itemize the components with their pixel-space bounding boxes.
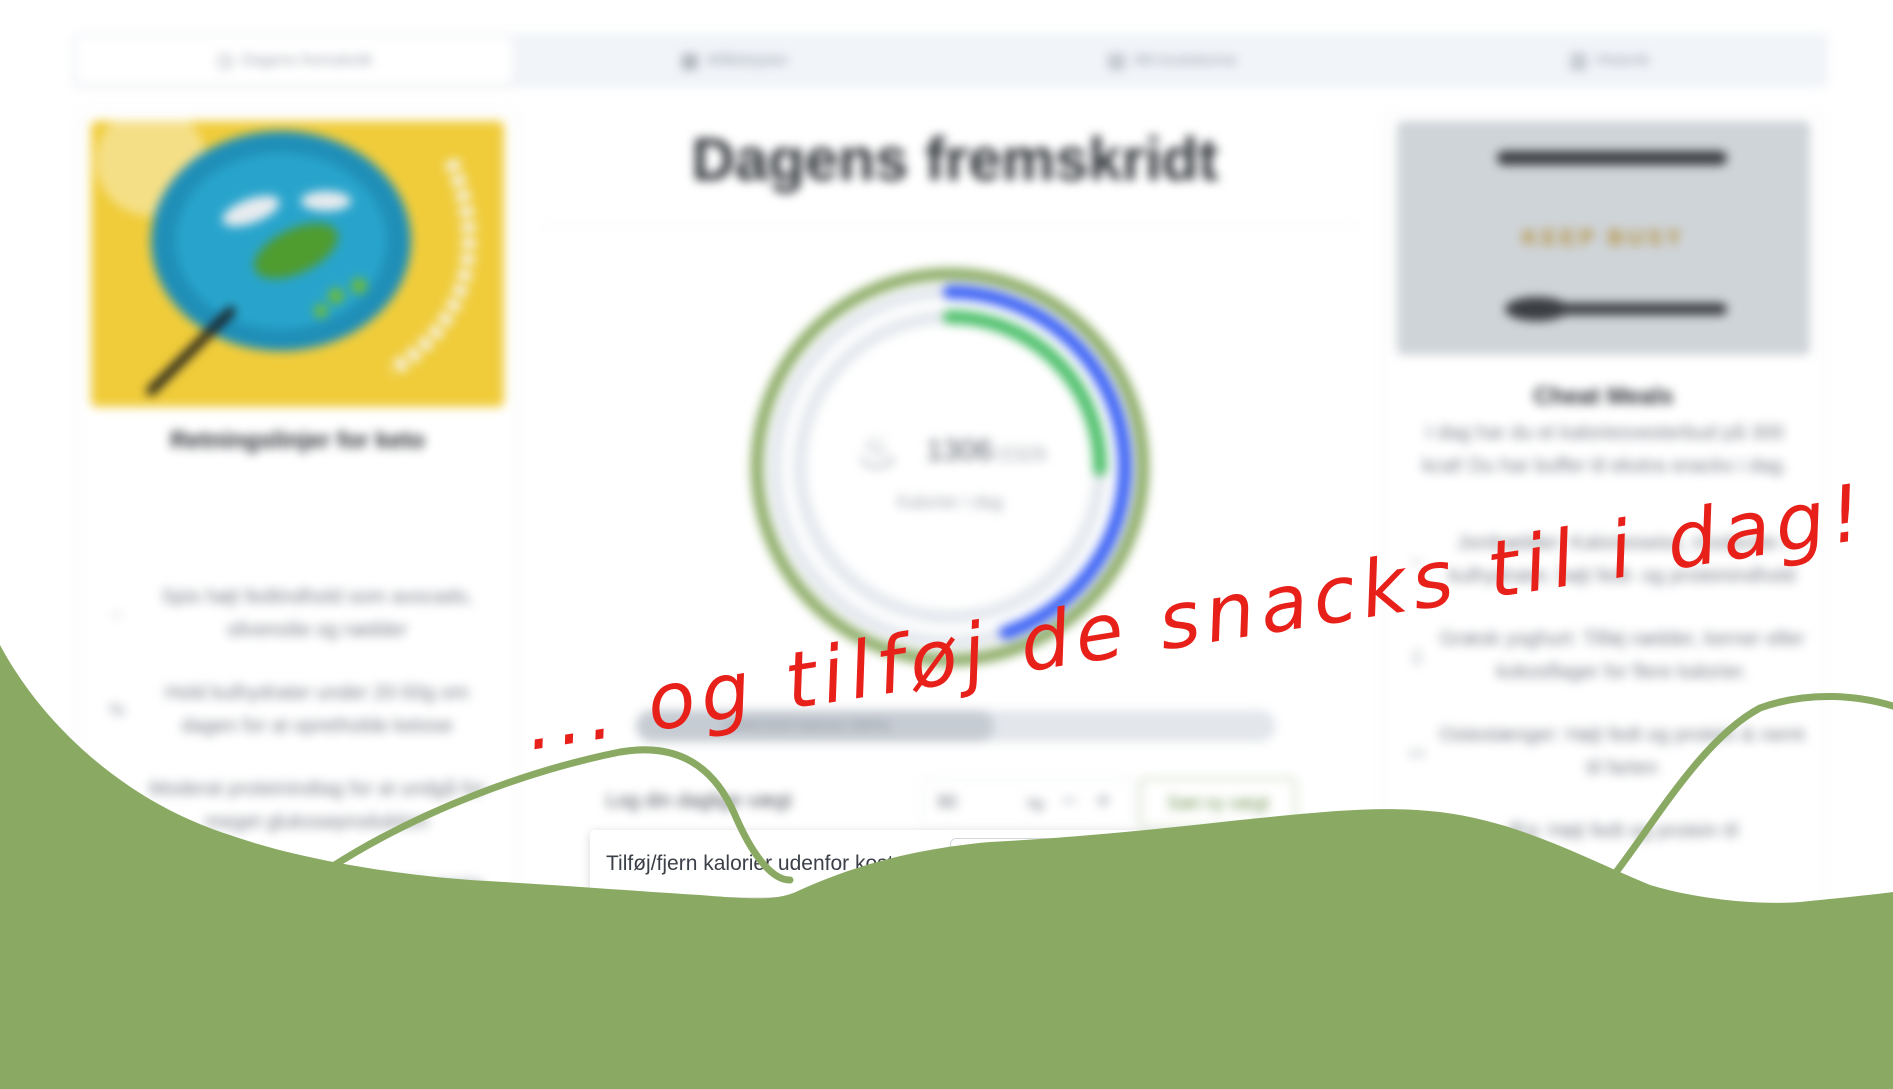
calories-label: Kalorier i dag <box>896 492 1004 512</box>
snack-text: Jordnødder: Kalorieswiss, moderate i kul… <box>1448 532 1796 587</box>
calories-total: /2329 <box>996 444 1047 466</box>
guideline-text: Undgå sukker og stivelse (brød, pasta, r… <box>145 874 489 929</box>
guideline-text: Spis højt fedtindhold som avocado, olive… <box>161 586 473 641</box>
cheese-icon: ▭ <box>1408 741 1426 762</box>
kcal-plus-button[interactable]: + <box>1115 843 1147 883</box>
list-item: % Hold kulhydrater under 20-50g om dagen… <box>97 677 497 743</box>
kcal-label: Tilføj/fjern kalorier udenfor kosten <box>606 852 917 875</box>
percent-icon: % <box>108 699 125 720</box>
tab-label: Historik <box>1596 51 1650 69</box>
snack-text: Æg: Højt fedt og protein til <box>1505 820 1739 842</box>
calorie-progress-bar: 1306/2329 kalorier (56%) <box>636 710 1276 742</box>
list-item: ◌ Spis højt fedtindhold som avocado, oli… <box>97 581 497 647</box>
flame-icon: ♨ <box>856 426 900 479</box>
divider <box>540 226 1360 227</box>
list-item: ⇔ Jordnødder: Kalorieswiss, moderate i k… <box>1397 527 1807 593</box>
leaf-icon: ♧ <box>108 795 126 816</box>
tab-label: Dagens fremskridt <box>241 51 372 69</box>
calories-today: 1306 <box>926 434 993 467</box>
drop-icon: ◌ <box>111 603 123 624</box>
keto-guideline-list: ◌ Spis højt fedtindhold som avocado, oli… <box>97 581 497 1028</box>
page-title: Dagens fremskridt <box>691 126 1219 193</box>
tab-historik[interactable]: ▥ Historik <box>1391 33 1829 88</box>
list-item: ◌ Husk elektrolytter for <box>97 965 497 998</box>
list-item: ♧ Moderat proteinindtag for at undgå for… <box>97 773 497 839</box>
progress-text: 1306/2329 kalorier (56%) <box>721 717 891 734</box>
list-item: ◯ Æg: Højt fedt og protein til <box>1397 815 1807 848</box>
keto-guidelines-card: Retningslinjer for keto ◌ Spis højt fedt… <box>78 110 517 1062</box>
list-item: ▭ Ostestænger: Højt fedt og protein & ne… <box>1397 719 1807 785</box>
tab-bar: ◷ Dagens fremskridt ▦ Måltidsplan ▤ Mit … <box>72 33 1828 88</box>
keto-card-title: Retningslinjer for keto <box>170 427 425 454</box>
list-icon: ▤ <box>1107 50 1127 72</box>
guideline-text: Moderat proteinindtag for at undgå for m… <box>149 778 485 833</box>
snack-text: Græsk yoghurt: Tilføj nødder, kerner ell… <box>1439 628 1805 683</box>
guideline-text: Husk elektrolytter for <box>225 970 409 992</box>
cup-icon: ▯ <box>1412 645 1422 666</box>
kcal-input[interactable]: 0 <box>965 854 975 875</box>
tab-mit-kostskema[interactable]: ▤ Mit kostskema <box>953 33 1391 88</box>
guideline-text: Hold kulhydrater under 20-50g om dagen f… <box>165 682 469 737</box>
list-item: ⊘ Undgå sukker og stivelse (brød, pasta,… <box>97 869 497 935</box>
set-weight-button[interactable]: Sæt ny vægt <box>1140 778 1296 828</box>
cheat-description: I dag har du et kaloriesvesterbud på 300… <box>1422 422 1788 477</box>
blurred-background-app: ◷ Dagens fremskridt ▦ Måltidsplan ▤ Mit … <box>0 0 1893 1089</box>
add-kcal-button[interactable]: Tilføj kcal <box>1168 838 1294 890</box>
snack-list: ⇔ Jordnødder: Kalorieswiss, moderate i k… <box>1397 527 1807 878</box>
clock-icon: ◷ <box>216 50 234 72</box>
tab-label: Mit kostskema <box>1134 51 1237 69</box>
weight-input[interactable]: 90 kg − + <box>922 778 1134 828</box>
weight-log-row: Log din daglige vægt 90 kg − + Sæt ny væ… <box>606 778 1296 828</box>
weight-minus-button[interactable]: − <box>1061 785 1077 817</box>
list-item: ▯ Græsk yoghurt: Tilføj nødder, kerner e… <box>1397 623 1807 689</box>
kcal-unit: kcal <box>1041 858 1068 875</box>
weight-plus-button[interactable]: + <box>1095 785 1111 817</box>
water-icon: ◌ <box>111 971 123 991</box>
tab-maltidsplan[interactable]: ▦ Måltidsplan <box>516 33 954 88</box>
weight-label: Log din daglige vægt <box>606 790 792 812</box>
keto-food-image <box>91 121 504 407</box>
tab-label: Måltidsplan <box>707 51 789 69</box>
egg-icon: ◯ <box>1406 821 1428 841</box>
tab-dagens-fremskridt[interactable]: ◷ Dagens fremskridt <box>75 36 513 85</box>
app-window: ◷ Dagens fremskridt ▦ Måltidsplan ▤ Mit … <box>0 0 1893 1089</box>
kcal-adjust-panel: Tilføj/fjern kalorier udenfor kosten 0 k… <box>590 830 1308 897</box>
image-caption: KEEP BUSY <box>1522 225 1685 250</box>
kcal-minus-button[interactable]: − <box>1081 843 1113 883</box>
cheat-meals-card: KEEP BUSY Cheat Meals I dag har du et ka… <box>1384 110 1823 1062</box>
nut-icon: ⇔ <box>1408 549 1426 570</box>
calendar-icon: ▦ <box>680 50 700 72</box>
snack-text: Ostestænger: Højt fedt og protein & nemt… <box>1439 724 1805 779</box>
cutlery-image: KEEP BUSY <box>1397 121 1810 355</box>
ban-icon: ⊘ <box>109 891 125 912</box>
weight-value[interactable]: 90 <box>937 792 957 813</box>
weight-unit: kg <box>1028 795 1044 812</box>
cheat-card-title: Cheat Meals <box>1533 383 1674 410</box>
chart-icon: ▥ <box>1569 50 1589 72</box>
kcal-input-group: 0 kcal − + <box>950 838 1156 890</box>
